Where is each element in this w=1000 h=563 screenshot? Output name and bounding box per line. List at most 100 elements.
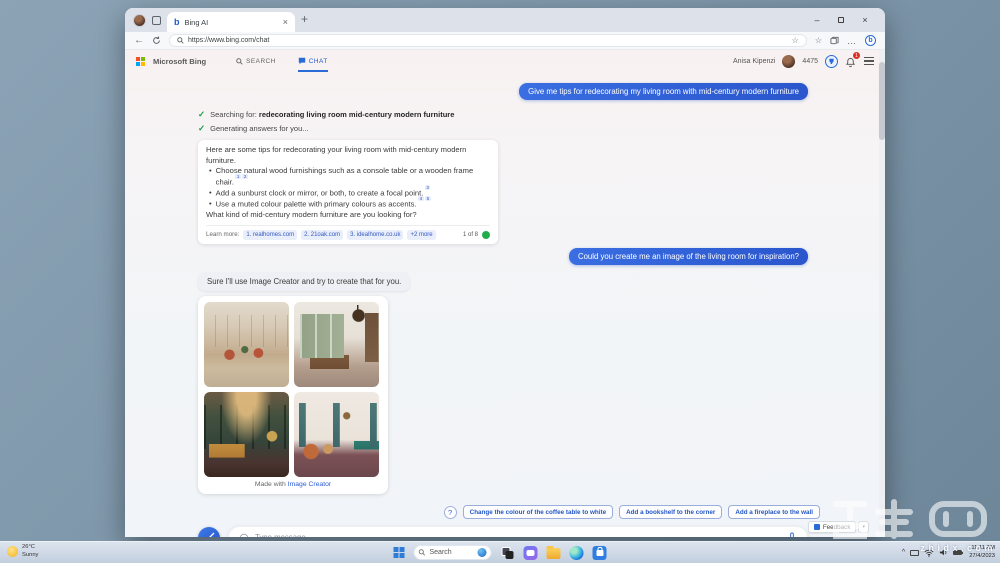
close-button[interactable]: × <box>853 15 877 25</box>
suggestion-chip[interactable]: Add a fireplace to the wall <box>728 505 820 520</box>
message-input[interactable] <box>255 533 781 537</box>
generated-image-4[interactable] <box>294 392 379 478</box>
generated-image-3[interactable] <box>204 392 289 478</box>
suggestion-chip[interactable]: Add a bookshelf to the corner <box>619 505 723 520</box>
favorites-icon[interactable]: ☆ <box>815 36 822 45</box>
taskbar-weather-widget[interactable]: 26°C Sunny <box>7 544 38 559</box>
status-generating: ✓ Generating answers for you... <box>198 123 309 134</box>
tab-chat[interactable]: CHAT <box>297 50 328 72</box>
browser-window: b Bing AI × + – × ← https://www.bing.com… <box>125 8 885 537</box>
minimize-button[interactable]: – <box>805 15 829 25</box>
help-button[interactable]: ? <box>443 505 457 519</box>
search-icon <box>236 57 243 65</box>
url-text: https://www.bing.com/chat <box>188 37 270 44</box>
broom-icon <box>208 533 214 537</box>
hamburger-menu-icon[interactable] <box>864 57 874 65</box>
bing-header: Microsoft Bing SEARCH CHAT Anisa Kipenzi… <box>125 50 885 72</box>
file-explorer-icon[interactable] <box>546 545 561 560</box>
maximize-button[interactable] <box>829 15 853 25</box>
citation-mark[interactable]: 3 <box>424 185 431 191</box>
maximize-icon <box>838 17 844 23</box>
taskbar-clock[interactable]: 11:11 AM 27/4/2023 <box>969 545 995 561</box>
taskbar: 26°C Sunny Search ^ 11:11 AM 27/4/2023 <box>0 541 1000 563</box>
notification-badge: 1 <box>853 52 860 59</box>
chat-app-icon[interactable] <box>523 545 538 560</box>
microphone-icon[interactable] <box>787 532 797 537</box>
tab-close-icon[interactable]: × <box>283 17 288 27</box>
bing-search-ball-icon <box>477 548 487 557</box>
browser-tab-bing-ai[interactable]: b Bing AI × <box>167 12 295 32</box>
chat-bubble-icon <box>239 533 249 537</box>
suggestion-row: ? Change the colour of the coffee table … <box>198 505 820 520</box>
browser-toolbar: ← https://www.bing.com/chat ☆ ☆ … b <box>125 32 885 50</box>
address-bar[interactable]: https://www.bing.com/chat ☆ <box>169 34 807 47</box>
citation-mark[interactable]: 2 <box>242 173 248 179</box>
wifi-icon[interactable] <box>924 549 934 557</box>
battery-icon[interactable] <box>953 550 964 555</box>
taskbar-center: Search <box>393 542 607 563</box>
sun-icon <box>7 546 18 558</box>
page-scrollbar[interactable] <box>879 50 885 537</box>
bing-discover-icon[interactable]: b <box>865 35 876 46</box>
image-creator-link[interactable]: Image Creator <box>288 481 331 488</box>
answer-card: Here are some tips for redecorating your… <box>198 140 498 245</box>
citation-link[interactable]: 2. 21oak.com <box>301 229 344 241</box>
chat-bubble-icon <box>298 57 305 65</box>
citation-link[interactable]: 1. realhomes.com <box>243 229 298 241</box>
next-page-dot-button[interactable] <box>482 231 490 240</box>
citation-link[interactable]: 3. idealhome.co.uk <box>347 229 404 241</box>
generated-image-1[interactable] <box>204 302 289 388</box>
user-avatar[interactable] <box>782 54 796 68</box>
new-tab-button[interactable]: + <box>301 13 308 27</box>
bing-chat-page: Microsoft Bing SEARCH CHAT Anisa Kipenzi… <box>125 50 885 537</box>
tab-actions-icon[interactable] <box>152 15 161 25</box>
weather-condition: Sunny <box>22 551 39 558</box>
answer-intro: Here are some tips for redecorating your… <box>206 145 467 165</box>
tab-search[interactable]: SEARCH <box>236 50 276 72</box>
answer-footer: Learn more: 1. realhomes.com 2. 21oak.co… <box>206 224 490 241</box>
new-topic-button[interactable] <box>198 526 220 537</box>
status-searching: ✓ Searching for: redecorating living roo… <box>198 109 455 120</box>
feedback-caret-button[interactable]: ▾ <box>858 521 869 533</box>
bing-favicon: b <box>174 16 180 27</box>
start-button[interactable] <box>393 547 405 558</box>
tray-chevron-up-icon[interactable]: ^ <box>902 549 905 556</box>
citation-mark[interactable]: 4 <box>418 196 424 202</box>
rewards-medal-icon[interactable] <box>825 54 838 68</box>
taskbar-search[interactable]: Search <box>413 545 492 560</box>
bookmark-page-icon[interactable]: ☆ <box>792 36 799 45</box>
edge-browser-icon[interactable] <box>569 545 584 560</box>
answer-bullet: • Choose natural wood furnishings such a… <box>209 166 474 187</box>
user-message-1: Give me tips for redecorating my living … <box>519 83 808 100</box>
message-input-pill <box>228 526 808 537</box>
image-caption: Made with Image Creator <box>254 481 332 489</box>
browser-menu-icon[interactable]: … <box>847 36 857 46</box>
speaker-icon[interactable] <box>939 548 948 557</box>
scrollbar-thumb[interactable] <box>879 62 885 140</box>
feedback-button[interactable]: Feedback <box>807 521 857 533</box>
tab-title: Bing AI <box>184 17 209 27</box>
generated-image-2[interactable] <box>294 302 379 388</box>
answer-bullet: • Use a muted colour palette with primar… <box>209 196 431 209</box>
bing-brand[interactable]: Microsoft Bing <box>153 57 206 66</box>
collections-icon[interactable] <box>830 36 839 45</box>
citation-mark[interactable]: 1 <box>235 173 241 179</box>
user-name[interactable]: Anisa Kipenzi <box>733 58 775 65</box>
touch-keyboard-icon[interactable] <box>910 549 920 556</box>
browser-profile-avatar[interactable] <box>133 13 146 27</box>
task-view-button[interactable] <box>501 546 515 560</box>
notifications-bell-icon[interactable]: 1 <box>845 52 860 68</box>
back-icon[interactable]: ← <box>134 35 144 46</box>
page-indicator: 1 of 8 <box>462 231 478 238</box>
citation-mark[interactable]: 5 <box>425 196 431 202</box>
suggestion-chip[interactable]: Change the colour of the coffee table to… <box>462 505 614 520</box>
system-tray: ^ 11:11 AM 27/4/2023 <box>902 542 995 563</box>
refresh-icon[interactable] <box>152 36 161 45</box>
answer-bullet: • Add a sunburst clock or mirror, or bot… <box>209 185 431 198</box>
weather-temp: 26°C <box>22 544 35 550</box>
browser-tab-strip: b Bing AI × + – × <box>125 8 885 32</box>
feedback-row: Feedback ▾ <box>807 521 869 533</box>
microsoft-store-icon[interactable] <box>592 545 607 560</box>
citation-more-link[interactable]: +2 more <box>407 229 436 241</box>
bot-message: Sure I'll use Image Creator and try to c… <box>198 272 411 292</box>
